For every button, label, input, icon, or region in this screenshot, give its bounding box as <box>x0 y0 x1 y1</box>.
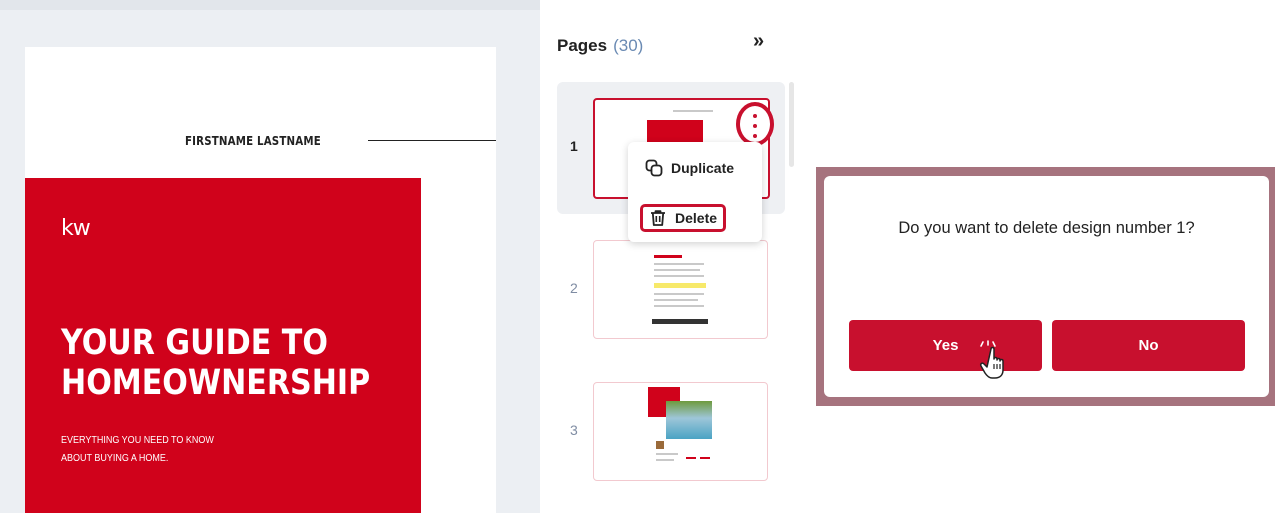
author-rule <box>368 140 496 141</box>
pages-count: (30) <box>613 36 644 55</box>
pages-header: Pages (30) <box>557 36 643 56</box>
page-thumbnail-2[interactable] <box>593 240 768 339</box>
delete-confirmation-dialog: Do you want to delete design number 1? Y… <box>824 176 1269 397</box>
page-context-menu: Duplicate Delete <box>628 142 762 242</box>
trash-icon <box>651 210 665 226</box>
author-name[interactable]: FIRSTNAME LASTNAME <box>185 133 321 148</box>
duplicate-label: Duplicate <box>671 160 735 176</box>
no-button[interactable]: No <box>1052 320 1245 371</box>
thumb-text <box>656 459 674 461</box>
dialog-message: Do you want to delete design number 1? <box>898 219 1195 237</box>
page-card-2[interactable]: 2 <box>557 224 785 356</box>
thumb-author-line <box>673 110 713 112</box>
document-page[interactable]: FIRSTNAME LASTNAME kw YOUR GUIDE TO HOME… <box>25 47 496 513</box>
hand-pointer-icon <box>980 340 1004 379</box>
yes-button[interactable]: Yes <box>849 320 1042 371</box>
page-number: 3 <box>570 422 578 438</box>
delete-menu-item[interactable]: Delete <box>640 204 727 232</box>
cover-title-line-1: YOUR GUIDE TO <box>61 323 328 363</box>
thumb-text <box>654 275 704 277</box>
kebab-menu-icon <box>752 114 758 138</box>
thumb-photo <box>666 401 712 439</box>
page-thumbnail-3[interactable] <box>593 382 768 481</box>
thumb-text <box>654 293 704 295</box>
thumb-highlight <box>654 283 706 288</box>
delete-label: Delete <box>675 210 718 226</box>
thumb-text <box>656 453 678 455</box>
chevron-double-right-icon[interactable]: » <box>753 30 764 53</box>
duplicate-icon <box>645 159 663 177</box>
kw-logo: kw <box>61 216 91 241</box>
page-options-button[interactable] <box>736 102 774 146</box>
thumb-text <box>654 305 704 307</box>
thumb-small-photo <box>656 441 664 449</box>
page-card-3[interactable]: 3 <box>557 366 785 498</box>
cover-subtitle[interactable]: EVERYTHING YOU NEED TO KNOW ABOUT BUYING… <box>61 432 331 468</box>
cover-subtitle-line-2: ABOUT BUYING A HOME. <box>61 453 169 464</box>
canvas-top-bar <box>0 0 540 10</box>
thumb-footer-bar <box>652 319 708 324</box>
cover-subtitle-line-1: EVERYTHING YOU NEED TO KNOW <box>61 435 214 446</box>
cover-block[interactable]: kw YOUR GUIDE TO HOMEOWNERSHIP EVERYTHIN… <box>25 178 421 513</box>
cover-title[interactable]: YOUR GUIDE TO HOMEOWNERSHIP <box>61 323 371 403</box>
cover-title-line-2: HOMEOWNERSHIP <box>61 363 371 403</box>
thumb-text <box>654 263 704 265</box>
panel-scrollbar[interactable] <box>789 82 794 167</box>
page-number: 1 <box>570 138 578 154</box>
author-line: FIRSTNAME LASTNAME <box>185 133 496 148</box>
thumb-text <box>654 269 700 271</box>
duplicate-menu-item[interactable]: Duplicate <box>645 159 734 177</box>
thumb-logo <box>686 457 696 459</box>
design-canvas: FIRSTNAME LASTNAME kw YOUR GUIDE TO HOME… <box>0 0 540 513</box>
page-number: 2 <box>570 280 578 296</box>
pages-title: Pages <box>557 36 608 55</box>
thumb-text <box>654 299 698 301</box>
pages-panel: Pages (30) » 1 2 3 <box>540 0 799 513</box>
thumb-logo <box>700 457 710 459</box>
thumb-heading <box>654 255 682 258</box>
